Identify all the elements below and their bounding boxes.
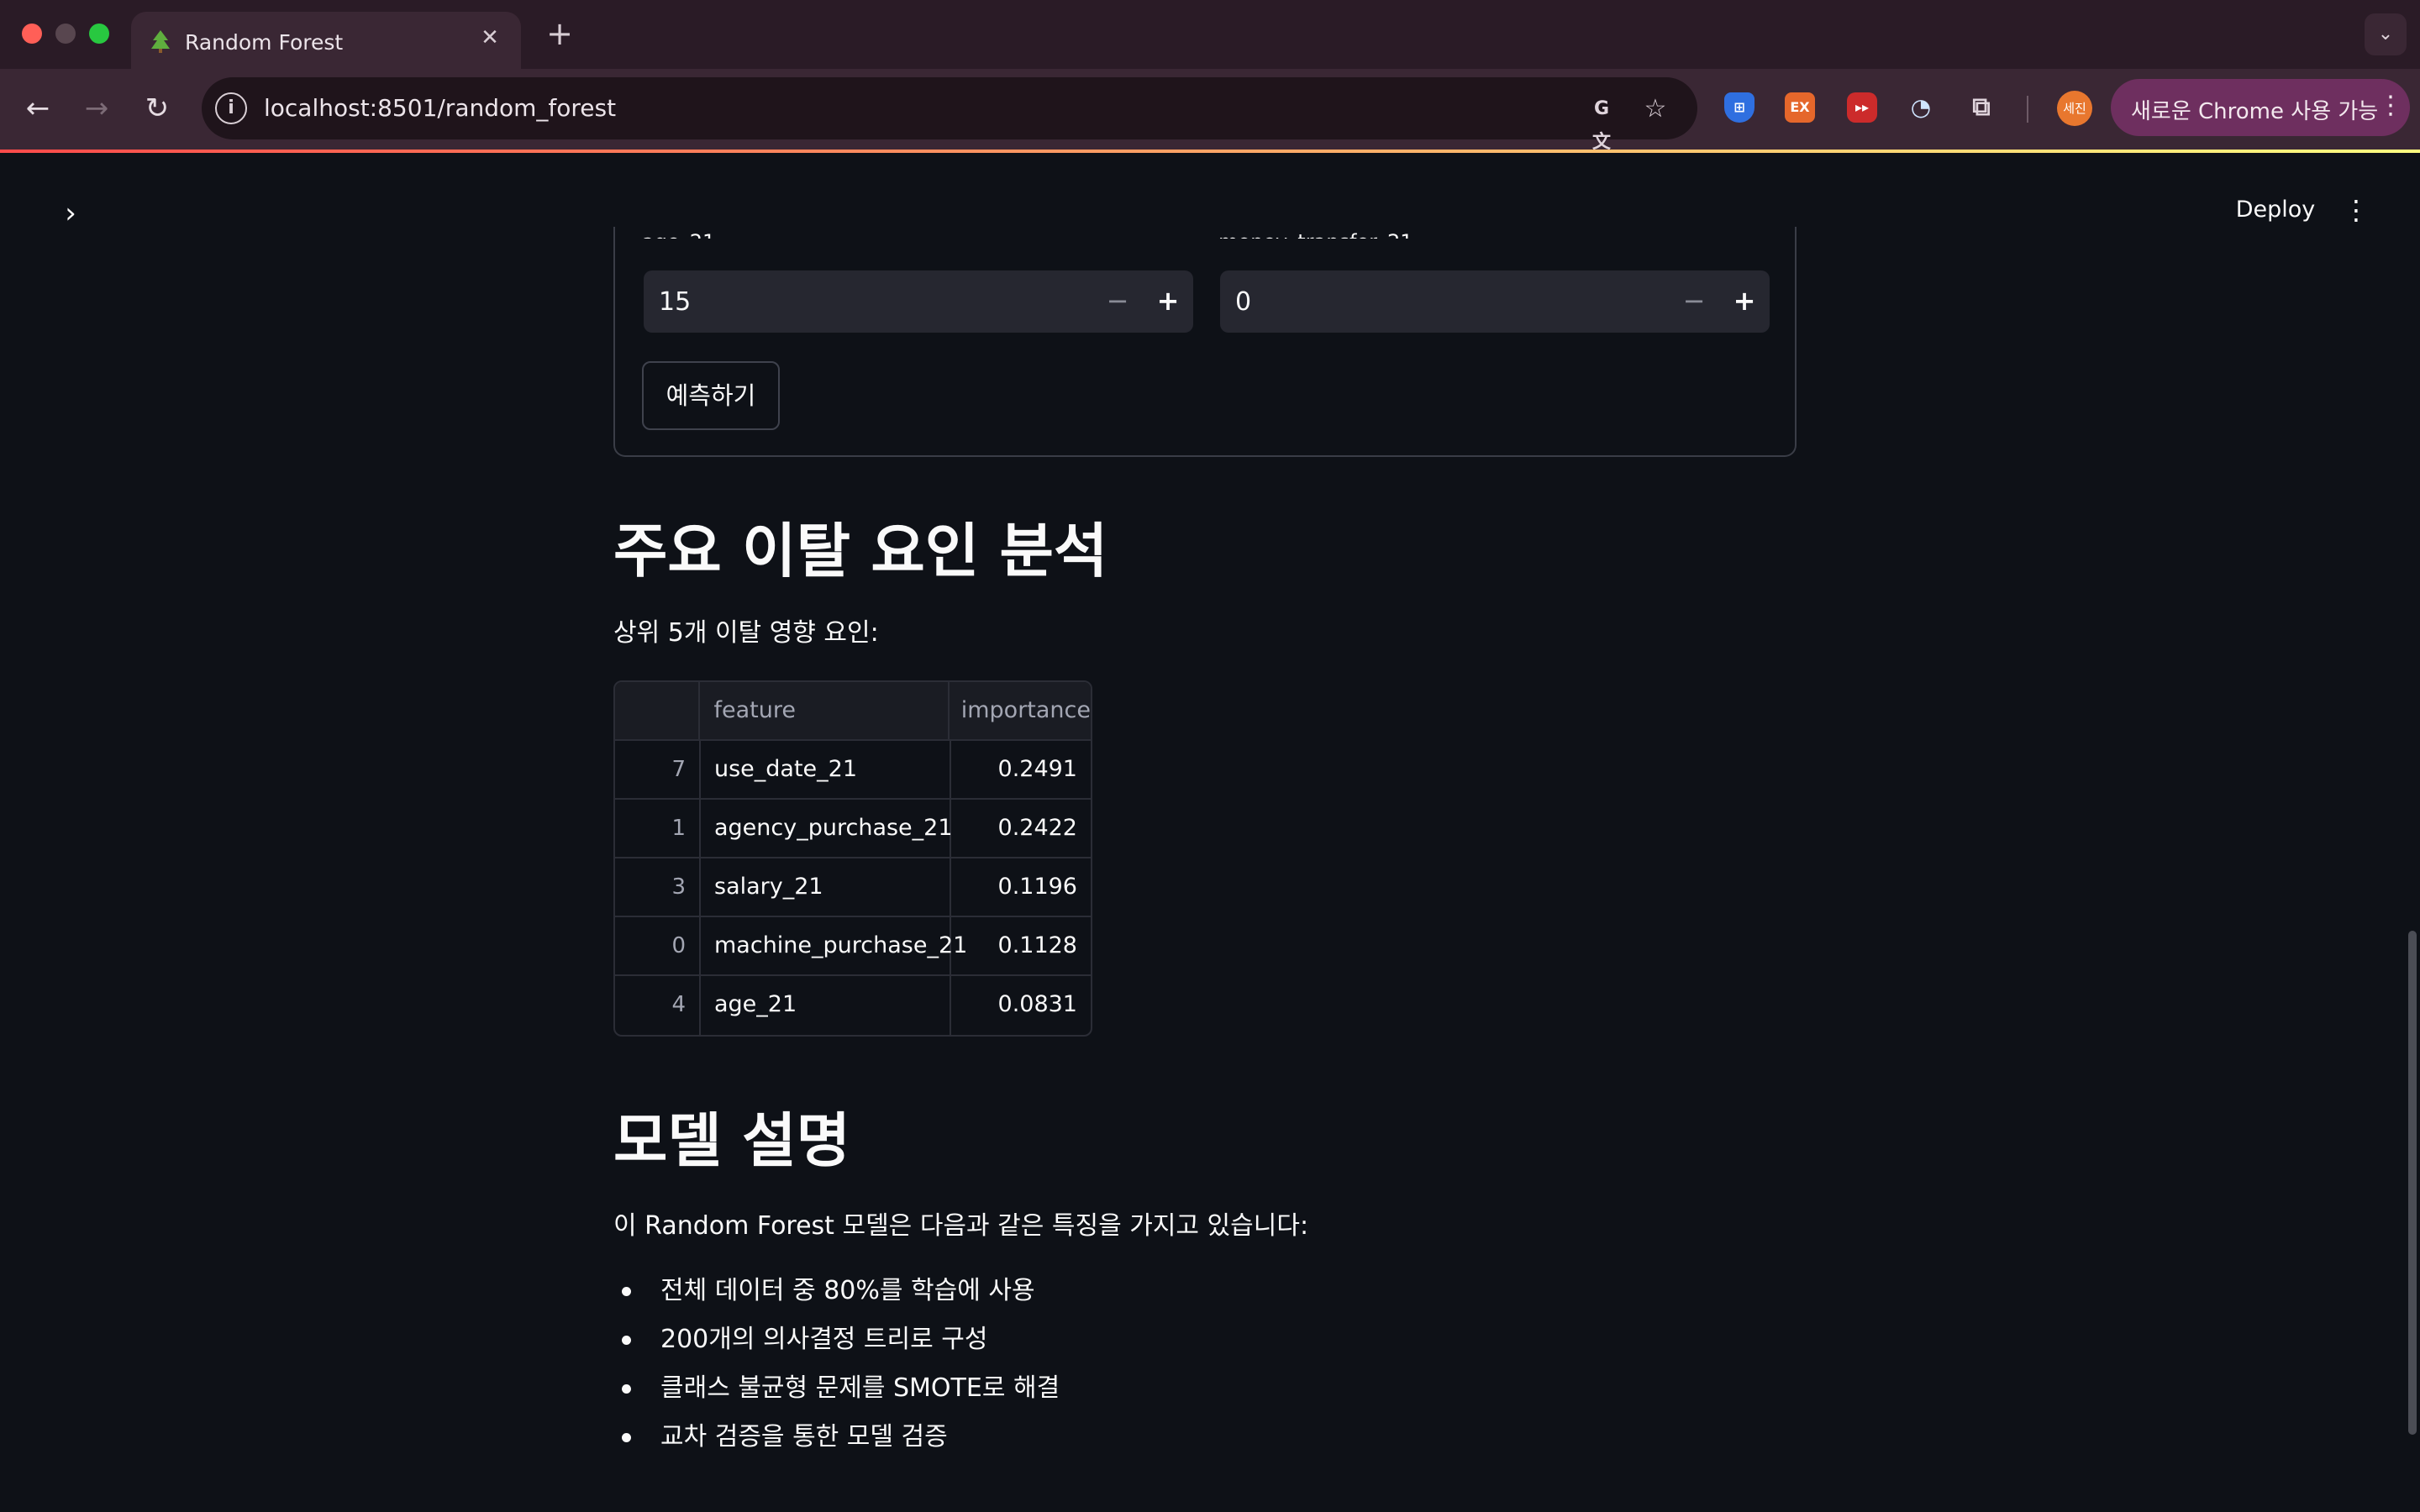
predict-button[interactable]: 예측하기	[642, 361, 780, 430]
window-minimize-button[interactable]	[55, 24, 76, 44]
feature-importance-table[interactable]: feature importance 7 use_date_21 0.2491 …	[613, 680, 1092, 1037]
table-row[interactable]: 7 use_date_21 0.2491	[615, 741, 1091, 800]
row-feature: agency_purchase_21	[701, 800, 953, 857]
browser-tab-strip: Random Forest ✕ + ⌄	[0, 0, 2420, 69]
list-item: 교차 검증을 통한 모델 검증	[613, 1416, 1790, 1465]
table-row[interactable]: 0 machine_purchase_21 0.1128	[615, 917, 1091, 976]
list-item-text: 200개의 의사결정 트리로 구성	[660, 1325, 988, 1354]
list-item: 전체 데이터 중 80%를 학습에 사용	[613, 1270, 1790, 1319]
table-header-importance[interactable]: importance	[950, 682, 1091, 739]
profile-avatar[interactable]: 세진	[2057, 91, 2092, 126]
bitwarden-extension-icon[interactable]: ⊞	[1724, 92, 1754, 123]
reload-icon[interactable]: ↻	[138, 89, 176, 128]
decrement-icon[interactable]: −	[1677, 284, 1711, 318]
money-transfer-number-input[interactable]: 0 − +	[1220, 270, 1770, 333]
section-heading-model-description: 모델 설명	[613, 1106, 850, 1175]
model-feature-list: 전체 데이터 중 80%를 학습에 사용 200개의 의사결정 트리로 구성 클…	[613, 1270, 1790, 1465]
prediction-form: age_21 money_transfer_21 15 − + 0 − + 예측…	[613, 227, 1797, 457]
list-item: 200개의 의사결정 트리로 구성	[613, 1319, 1790, 1368]
table-row[interactable]: 4 age_21 0.0831	[615, 976, 1091, 1035]
new-tab-button[interactable]: +	[541, 15, 578, 52]
table-header-row: feature importance	[615, 682, 1091, 741]
table-header-feature[interactable]: feature	[700, 682, 950, 739]
top-factors-caption: 상위 5개 이탈 영향 요인:	[613, 618, 879, 648]
tab-title: Random Forest	[185, 30, 344, 55]
row-importance: 0.0831	[997, 991, 1077, 1017]
list-item-text: 교차 검증을 통한 모델 검증	[660, 1422, 948, 1452]
list-item-text: 클래스 불균형 문제를 SMOTE로 해결	[660, 1373, 1060, 1403]
row-index: 7	[615, 741, 701, 798]
row-index: 0	[615, 917, 701, 974]
forward-arrow-icon[interactable]: →	[77, 89, 116, 128]
row-feature: use_date_21	[701, 741, 951, 798]
window-maximize-button[interactable]	[89, 24, 109, 44]
money-transfer-input-value[interactable]: 0	[1235, 287, 1251, 317]
toolbar-divider	[2027, 96, 2028, 123]
table-header-index[interactable]	[615, 682, 701, 739]
browser-tab-active[interactable]: Random Forest ✕	[131, 12, 521, 69]
row-importance: 0.2491	[997, 756, 1077, 782]
page-scrollbar[interactable]	[2408, 931, 2417, 1435]
row-index: 3	[615, 858, 701, 916]
bullet-icon	[622, 1384, 631, 1394]
row-feature: salary_21	[701, 858, 951, 916]
chevron-right-icon[interactable]: ›	[54, 197, 87, 230]
extensions-puzzle-icon[interactable]: ⧉	[1966, 92, 1996, 123]
address-bar[interactable]: i localhost:8501/random_forest G文 ☆	[202, 77, 1697, 153]
row-feature: machine_purchase_21	[701, 917, 967, 974]
youtube-extension-icon[interactable]: ▸▸	[1847, 92, 1877, 123]
url-text[interactable]: localhost:8501/random_forest	[264, 94, 616, 122]
site-info-icon[interactable]: i	[215, 92, 247, 124]
chrome-update-button[interactable]: 새로운 Chrome 사용 가능 ⋮	[2111, 79, 2410, 136]
row-index: 4	[615, 976, 701, 1035]
age-input-value[interactable]: 15	[659, 287, 691, 317]
increment-icon[interactable]: +	[1151, 284, 1185, 318]
tree-favicon-icon	[151, 30, 170, 53]
age-number-input[interactable]: 15 − +	[644, 270, 1193, 333]
bullet-icon	[622, 1433, 631, 1442]
back-arrow-icon[interactable]: ←	[18, 89, 57, 128]
app-menu-icon[interactable]: ⋮	[2339, 190, 2373, 230]
bullet-icon	[622, 1287, 631, 1296]
row-importance: 0.1128	[997, 932, 1077, 958]
table-row[interactable]: 3 salary_21 0.1196	[615, 858, 1091, 917]
bookmark-star-icon[interactable]: ☆	[1639, 92, 1672, 126]
increment-icon[interactable]: +	[1728, 284, 1761, 318]
ex-extension-icon[interactable]: EX	[1785, 92, 1815, 123]
translate-icon[interactable]: G文	[1585, 92, 1618, 153]
model-intro-text: 이 Random Forest 모델은 다음과 같은 특징을 가지고 있습니다:	[613, 1211, 1309, 1241]
tab-close-icon[interactable]: ✕	[477, 25, 502, 50]
ghostery-extension-icon[interactable]: ◔	[1906, 92, 1936, 123]
decrement-icon[interactable]: −	[1101, 284, 1134, 318]
row-index: 1	[615, 800, 701, 857]
list-item-text: 전체 데이터 중 80%를 학습에 사용	[660, 1276, 1035, 1305]
list-item: 클래스 불균형 문제를 SMOTE로 해결	[613, 1368, 1790, 1416]
window-close-button[interactable]	[22, 24, 42, 44]
tab-search-button[interactable]: ⌄	[2365, 13, 2407, 55]
section-heading-churn-factors: 주요 이탈 요인 분석	[613, 517, 1108, 585]
kebab-menu-icon[interactable]: ⋮	[2378, 91, 2403, 120]
input-label-age: age_21	[642, 230, 715, 239]
row-importance: 0.1196	[997, 874, 1077, 900]
row-importance: 0.2422	[997, 815, 1077, 841]
bullet-icon	[622, 1336, 631, 1345]
row-feature: age_21	[701, 976, 951, 1035]
app-header-decoration	[0, 150, 2420, 153]
update-label: 새로운 Chrome 사용 가능	[2131, 99, 2379, 124]
deploy-button[interactable]: Deploy	[2225, 190, 2326, 230]
table-row[interactable]: 1 agency_purchase_21 0.2422	[615, 800, 1091, 858]
input-label-money-transfer: money_transfer_21	[1218, 230, 1413, 239]
